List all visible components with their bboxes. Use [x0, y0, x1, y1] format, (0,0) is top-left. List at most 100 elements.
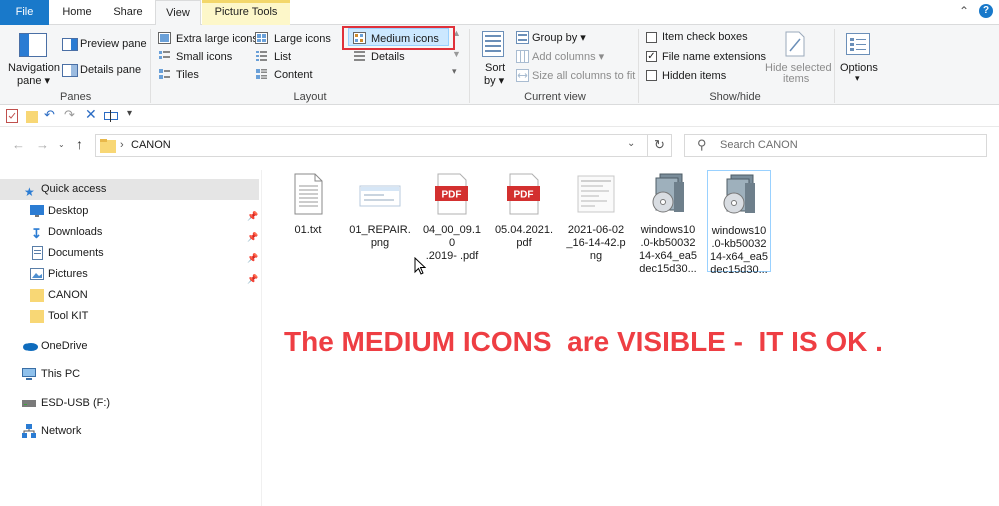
- details-option[interactable]: Details: [371, 51, 405, 63]
- nav-onedrive[interactable]: OneDrive: [0, 336, 259, 357]
- msu-installer-icon: [652, 173, 684, 213]
- file-name: windows10 .0-kb50032 14-x64_ea5 dec15d30…: [709, 225, 769, 276]
- downloads-icon: ↧: [31, 226, 42, 241]
- address-bar[interactable]: › CANON ⌄: [95, 134, 648, 157]
- tab-share[interactable]: Share: [104, 0, 152, 25]
- search-field[interactable]: ⚲ Search CANON: [684, 134, 987, 157]
- sort-by-button[interactable]: Sort: [485, 62, 505, 74]
- navigation-pane-dropdown[interactable]: pane ▾: [17, 74, 50, 87]
- options-dropdown-icon[interactable]: ▾: [855, 73, 860, 84]
- layout-expand-icon[interactable]: ▾: [452, 66, 457, 77]
- nav-canon[interactable]: CANON: [0, 285, 259, 306]
- refresh-button[interactable]: ↻: [647, 134, 672, 157]
- nav-esd-usb[interactable]: ESD-USB (F:): [0, 393, 259, 414]
- add-columns-icon: [516, 50, 529, 63]
- item-check-boxes-checkbox[interactable]: [646, 32, 657, 43]
- collapse-ribbon-chevron-icon[interactable]: ⌃: [959, 4, 969, 18]
- file-item[interactable]: windows10 .0-kb50032 14-x64_ea5 dec15d30…: [636, 170, 700, 276]
- properties-icon[interactable]: [6, 109, 18, 123]
- layout-group-label: Layout: [293, 91, 327, 103]
- sort-by-dropdown[interactable]: by ▾: [484, 74, 504, 87]
- hide-selected-items-icon: [785, 31, 805, 57]
- file-item[interactable]: PDF 05.04.2021. pdf: [492, 170, 556, 250]
- large-icons-icon: [255, 32, 268, 44]
- list-icon: [256, 51, 267, 61]
- up-arrow-icon[interactable]: ↑: [76, 136, 83, 152]
- navigation-pane-icon: [19, 33, 47, 57]
- search-placeholder: Search CANON: [720, 139, 798, 151]
- tiles-option[interactable]: Tiles: [176, 69, 199, 81]
- rename-icon[interactable]: [104, 109, 118, 123]
- preview-pane-button[interactable]: Preview pane: [80, 38, 147, 50]
- nav-desktop[interactable]: Desktop 📌: [0, 201, 259, 222]
- tiles-icon: [159, 69, 170, 79]
- options-icon: [846, 33, 870, 55]
- file-item[interactable]: 01.txt: [276, 170, 340, 237]
- nav-network[interactable]: Network: [0, 421, 259, 442]
- pdf-badge: PDF: [514, 190, 534, 201]
- refresh-icon: ↻: [654, 137, 665, 152]
- file-name-extensions-label[interactable]: File name extensions: [662, 51, 766, 63]
- new-folder-icon[interactable]: [26, 109, 38, 123]
- desktop-icon: [30, 205, 44, 217]
- pdf-icon: PDF: [435, 173, 468, 215]
- sort-by-icon: [482, 31, 504, 57]
- forward-arrow-icon[interactable]: →: [36, 137, 49, 152]
- folder-icon: [30, 310, 44, 323]
- nav-tool-kit[interactable]: Tool KIT: [0, 306, 259, 327]
- pictures-icon: [30, 268, 44, 280]
- nav-downloads[interactable]: ↧ Downloads 📌: [0, 222, 259, 243]
- file-name: 01.txt: [294, 224, 322, 236]
- png-thumbnail-icon: [359, 185, 401, 207]
- computer-icon: [22, 368, 36, 380]
- file-item[interactable]: 01_REPAIR. png: [348, 170, 412, 250]
- ribbon-tab-bar: File Home Share View Picture Tools ⌃ ?: [0, 0, 999, 26]
- nav-quick-access[interactable]: ★ Quick access: [0, 179, 259, 200]
- hidden-items-checkbox[interactable]: [646, 70, 657, 81]
- group-by-button[interactable]: Group by ▾: [532, 31, 586, 44]
- list-option[interactable]: List: [274, 51, 291, 63]
- size-all-columns-icon: [516, 69, 529, 82]
- mouse-cursor-icon: [414, 257, 427, 275]
- size-all-columns-button[interactable]: Size all columns to fit: [532, 70, 635, 82]
- nav-documents[interactable]: Documents 📌: [0, 243, 259, 264]
- pdf-icon: PDF: [507, 173, 540, 215]
- customize-toolbar-icon[interactable]: ▾: [127, 108, 132, 119]
- tab-file[interactable]: File: [0, 0, 49, 25]
- nav-this-pc[interactable]: This PC: [0, 364, 259, 385]
- navigation-pane-button[interactable]: Navigation: [8, 62, 60, 74]
- help-icon[interactable]: ?: [979, 4, 993, 18]
- small-icons-option[interactable]: Small icons: [176, 51, 232, 63]
- extra-large-icons-option[interactable]: Extra large icons: [176, 33, 258, 45]
- file-name-extensions-checkbox[interactable]: ✓: [646, 51, 657, 62]
- quick-access-toolbar: ↶ ↷ ✕ ▾: [0, 105, 999, 127]
- tab-home[interactable]: Home: [52, 0, 102, 25]
- address-dropdown-chevron-icon[interactable]: ⌄: [627, 138, 635, 149]
- annotation-message: The MEDIUM ICONS are VISIBLE - IT IS OK …: [284, 326, 883, 357]
- item-check-boxes-label[interactable]: Item check boxes: [662, 31, 748, 43]
- medium-icons-annotation-box: [342, 26, 455, 50]
- breadcrumb-separator-icon: ›: [120, 139, 124, 151]
- tab-view[interactable]: View: [155, 0, 201, 26]
- content-option[interactable]: Content: [274, 69, 313, 81]
- details-pane-button[interactable]: Details pane: [80, 64, 141, 76]
- layout-scroll-down-icon[interactable]: ▼: [452, 49, 461, 59]
- file-name: 01_REPAIR. png: [349, 224, 411, 249]
- hidden-items-label[interactable]: Hidden items: [662, 70, 726, 82]
- redo-icon[interactable]: ↷: [64, 107, 75, 123]
- file-item[interactable]: PDF 04_00_09.10 .2019- .pdf: [420, 170, 484, 263]
- tab-picture-tools[interactable]: Picture Tools: [202, 0, 290, 25]
- back-arrow-icon[interactable]: ←: [12, 137, 25, 152]
- recent-locations-chevron-icon[interactable]: ⌄: [58, 140, 65, 149]
- documents-icon: [32, 246, 43, 260]
- large-icons-option[interactable]: Large icons: [274, 33, 331, 45]
- file-item-selected[interactable]: windows10 .0-kb50032 14-x64_ea5 dec15d30…: [707, 170, 771, 276]
- add-columns-button[interactable]: Add columns ▾: [532, 50, 604, 63]
- delete-icon[interactable]: ✕: [85, 106, 97, 123]
- file-item[interactable]: 2021-06-02 _16-14-42.p ng: [564, 170, 628, 263]
- screenshot-thumbnail-icon: [577, 175, 615, 213]
- breadcrumb-canon[interactable]: CANON: [131, 139, 171, 151]
- nav-pictures[interactable]: Pictures 📌: [0, 264, 259, 285]
- file-name: 2021-06-02 _16-14-42.p ng: [566, 224, 626, 262]
- undo-icon[interactable]: ↶: [44, 107, 55, 123]
